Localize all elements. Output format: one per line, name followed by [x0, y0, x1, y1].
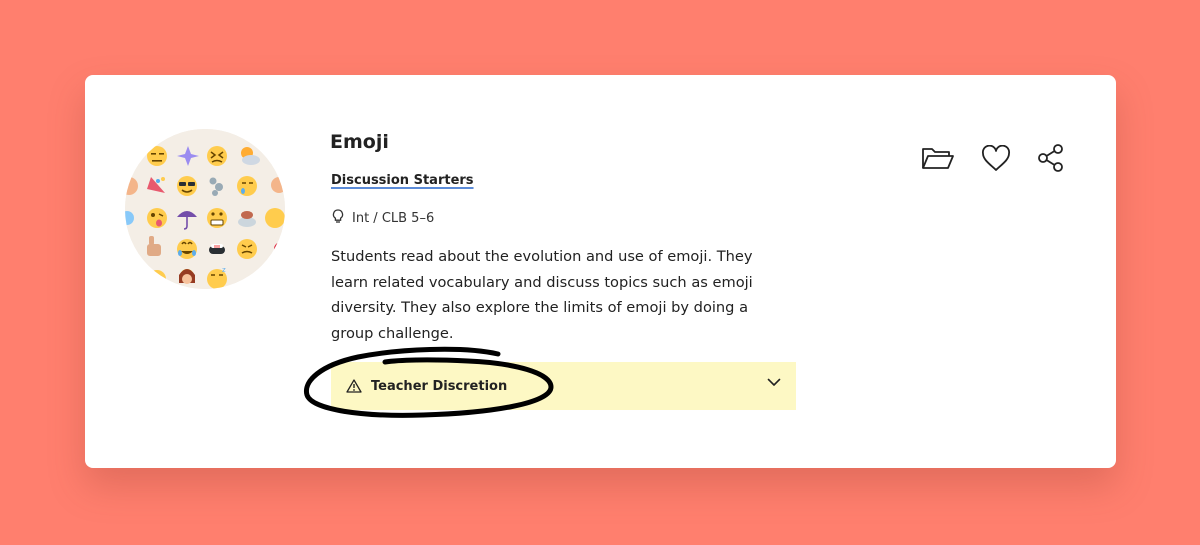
share-icon[interactable]	[1037, 143, 1065, 173]
card-actions	[921, 143, 1065, 173]
resource-description: Students read about the evolution and us…	[331, 248, 753, 342]
folder-icon[interactable]	[921, 145, 955, 171]
level-row: Int / CLB 5–6	[332, 209, 434, 228]
emoji-pattern-image: z	[125, 129, 285, 289]
resource-title: Emoji	[330, 131, 389, 153]
lightbulb-icon	[332, 209, 344, 228]
category-link[interactable]: Discussion Starters	[331, 173, 474, 188]
warning-icon	[346, 379, 362, 393]
chevron-down-icon[interactable]	[767, 378, 781, 387]
level-label: Int / CLB 5–6	[352, 211, 435, 226]
heart-icon[interactable]	[981, 144, 1011, 172]
resource-card: z Emoji Discussion Starters Int / CLB 5–…	[85, 75, 1116, 468]
teacher-discretion-toggle[interactable]: Teacher Discretion	[331, 362, 796, 410]
emoji-thumbnail[interactable]: z	[125, 129, 285, 289]
svg-text:z: z	[222, 266, 226, 274]
discretion-label: Teacher Discretion	[371, 378, 508, 394]
